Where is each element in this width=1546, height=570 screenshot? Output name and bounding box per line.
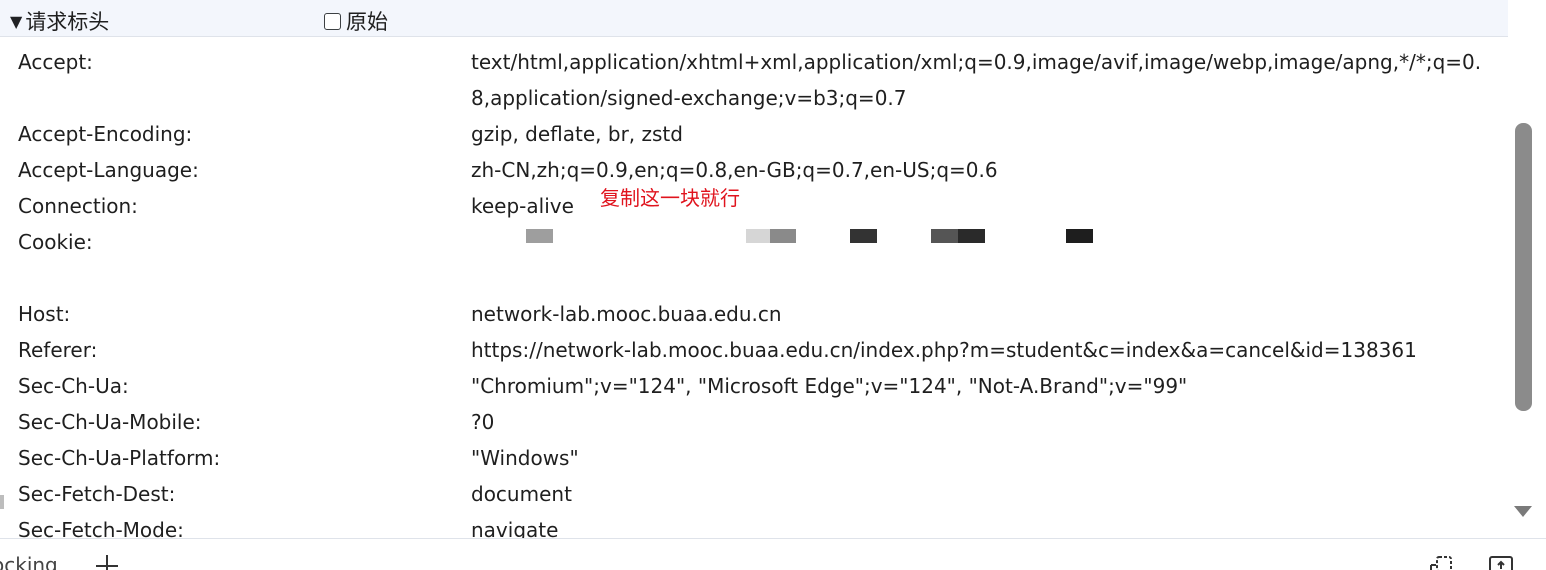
header-row-connection: Connection: keep-alive (0, 188, 1508, 224)
header-name: Referer: (18, 338, 98, 362)
bottom-tab-label[interactable]: ocking (0, 553, 58, 570)
cookie-annotation: 复制这一块就行 (600, 186, 740, 210)
redaction-block (746, 229, 770, 243)
header-row-accept-language: Accept-Language: zh-CN,zh;q=0.9,en;q=0.8… (0, 152, 1508, 188)
header-value[interactable]: document (471, 476, 1486, 512)
header-value[interactable]: "Windows" (471, 440, 1486, 476)
triangle-down-icon: ▼ (10, 11, 23, 31)
request-headers-title: 请求标头 (25, 10, 110, 34)
plus-icon[interactable] (95, 553, 119, 570)
header-name: Sec-Ch-Ua: (18, 374, 129, 398)
redaction-block (770, 229, 796, 243)
bottom-toolbar: ocking (0, 538, 1546, 570)
header-name: Accept: (18, 50, 93, 74)
header-list: Accept: text/html,application/xhtml+xml,… (0, 44, 1508, 538)
redaction-block (931, 229, 958, 243)
raw-checkbox[interactable]: 原始 (324, 6, 388, 36)
header-name: Cookie: (18, 230, 93, 254)
header-name: Connection: (18, 194, 138, 218)
header-name: Accept-Language: (18, 158, 199, 182)
header-value[interactable]: text/html,application/xhtml+xml,applicat… (471, 44, 1486, 116)
header-row-referer: Referer: https://network-lab.mooc.buaa.e… (0, 332, 1508, 368)
redaction-block (526, 229, 553, 243)
header-name: Sec-Fetch-Mode: (18, 518, 184, 538)
raw-label: 原始 (346, 10, 388, 34)
header-row-sec-fetch-mode: Sec-Fetch-Mode: navigate (0, 512, 1508, 538)
header-value[interactable]: https://network-lab.mooc.buaa.edu.cn/ind… (471, 332, 1486, 368)
header-row-sec-ch-ua-mobile: Sec-Ch-Ua-Mobile: ?0 (0, 404, 1508, 440)
header-row-host: Host: network-lab.mooc.buaa.edu.cn (0, 296, 1508, 332)
header-name: Sec-Ch-Ua-Mobile: (18, 410, 202, 434)
header-value[interactable]: zh-CN,zh;q=0.9,en;q=0.8,en-GB;q=0.7,en-U… (471, 152, 1486, 188)
header-row-accept: Accept: text/html,application/xhtml+xml,… (0, 44, 1508, 116)
panel-icon[interactable] (1488, 553, 1514, 570)
request-headers-panel: ▼ 请求标头 原始 Accept: text/html,application/… (0, 0, 1510, 538)
redaction-block (958, 229, 985, 243)
header-value[interactable]: network-lab.mooc.buaa.edu.cn (471, 296, 1486, 332)
scrollbar-thumb[interactable] (1515, 123, 1532, 411)
redaction-block (1066, 229, 1093, 243)
header-value[interactable]: gzip, deflate, br, zstd (471, 116, 1486, 152)
header-value[interactable]: navigate (471, 512, 1486, 538)
header-row-sec-ch-ua: Sec-Ch-Ua: "Chromium";v="124", "Microsof… (0, 368, 1508, 404)
left-edge-fragment (0, 495, 4, 509)
header-value[interactable]: ?0 (471, 404, 1486, 440)
dock-icon[interactable] (1428, 553, 1454, 570)
checkbox-icon[interactable] (324, 12, 341, 30)
redaction-block (850, 229, 877, 243)
header-name: Host: (18, 302, 71, 326)
header-row-sec-fetch-dest: Sec-Fetch-Dest: document (0, 476, 1508, 512)
header-value[interactable]: "Chromium";v="124", "Microsoft Edge";v="… (471, 368, 1486, 404)
request-headers-toggle[interactable]: ▼ 请求标头 (10, 6, 109, 36)
header-name: Accept-Encoding: (18, 122, 193, 146)
header-row-sec-ch-ua-platform: Sec-Ch-Ua-Platform: "Windows" (0, 440, 1508, 476)
scroll-down-arrow-icon[interactable] (1514, 506, 1532, 517)
request-headers-section-header: ▼ 请求标头 原始 (0, 0, 1508, 37)
header-name: Sec-Ch-Ua-Platform: (18, 446, 221, 470)
header-row-accept-encoding: Accept-Encoding: gzip, deflate, br, zstd (0, 116, 1508, 152)
header-name: Sec-Fetch-Dest: (18, 482, 176, 506)
